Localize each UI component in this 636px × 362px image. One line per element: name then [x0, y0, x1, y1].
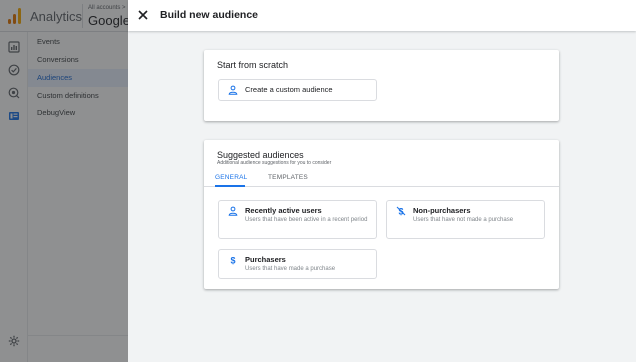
panel-title: Build new audience [160, 9, 259, 21]
person-icon [228, 206, 238, 216]
suggestion-description: Users that have made a purchase [245, 266, 336, 272]
suggestion-non-purchasers[interactable]: $ Non-purchasers Users that have not mad… [386, 200, 545, 239]
build-audience-panel: Build new audience Start from scratch Cr… [128, 0, 636, 362]
suggested-card-subtitle: Additional audience suggestions for you … [217, 160, 332, 166]
suggestion-title: Recently active users [245, 206, 322, 215]
suggested-card-title: Suggested audiences [217, 150, 304, 160]
suggested-audiences-card: Suggested audiences Additional audience … [204, 140, 559, 289]
suggested-tabs: GENERAL TEMPLATES [204, 171, 559, 187]
suggestion-recently-active-users[interactable]: Recently active users Users that have be… [218, 200, 377, 239]
dollar-icon: $ [228, 255, 238, 265]
active-tab-indicator [215, 185, 245, 187]
create-custom-audience-label: Create a custom audience [245, 85, 333, 94]
suggestion-title: Non-purchasers [413, 206, 471, 215]
suggestion-description: Users that have not made a purchase [413, 217, 514, 223]
suggestion-description: Users that have been active in a recent … [245, 217, 368, 223]
person-icon [228, 85, 238, 95]
svg-text:$: $ [230, 255, 235, 265]
suggestion-title: Purchasers [245, 255, 286, 264]
tab-general[interactable]: GENERAL [215, 174, 247, 181]
start-from-scratch-card: Start from scratch Create a custom audie… [204, 50, 559, 121]
scratch-card-title: Start from scratch [217, 60, 289, 70]
create-custom-audience-button[interactable]: Create a custom audience [218, 79, 377, 101]
tab-templates[interactable]: TEMPLATES [268, 174, 308, 181]
no-dollar-icon: $ [396, 206, 406, 216]
panel-header: Build new audience [128, 0, 636, 31]
close-icon[interactable] [136, 8, 150, 22]
suggestion-purchasers[interactable]: $ Purchasers Users that have made a purc… [218, 249, 377, 279]
